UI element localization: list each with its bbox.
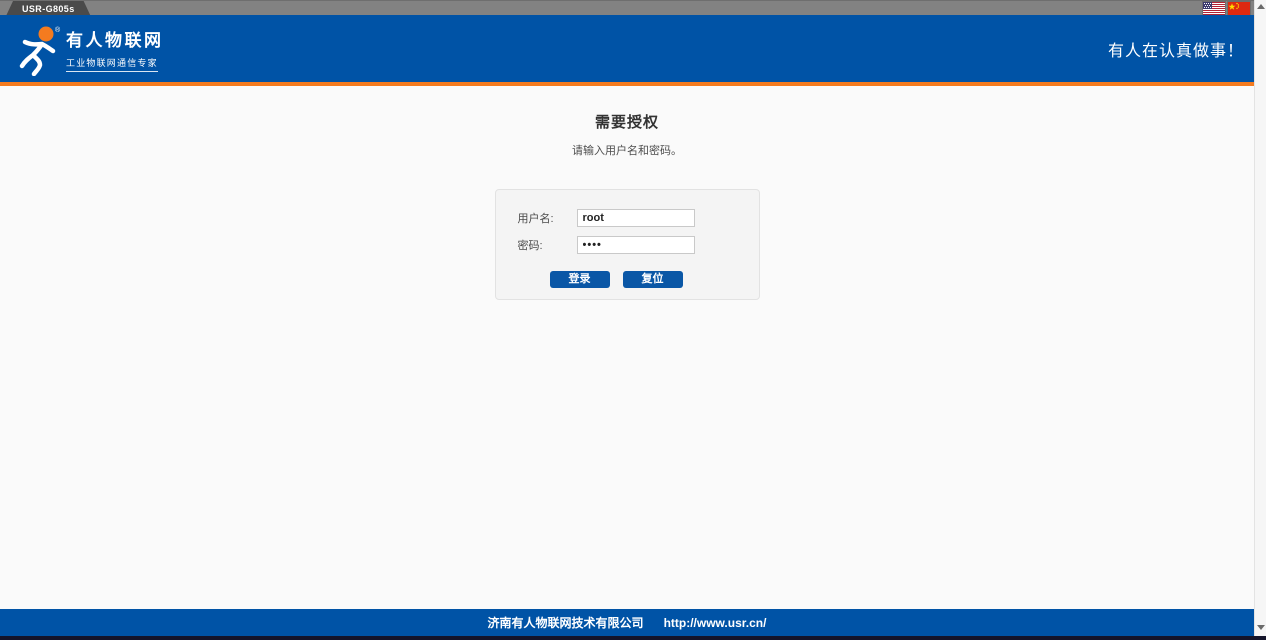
page-subtitle: 请输入用户名和密码。	[572, 145, 682, 157]
page-title: 需要授权	[594, 114, 659, 131]
login-card: 用户名: 密码: 登录 复位	[494, 189, 760, 300]
usr-logo-icon: ®	[16, 24, 62, 76]
language-flags	[1203, 2, 1250, 15]
reset-button[interactable]: 复位	[622, 271, 683, 288]
username-label: 用户名:	[517, 213, 554, 225]
site-header: ® 有人物联网 工业物联网通信专家 有人在认真做事！	[0, 15, 1254, 82]
footer-company: 济南有人物联网技术有限公司	[487, 616, 644, 630]
screen: USR-G805s ® 有人物联网 工业物联网通信专家 有人在认真做事！ 需要授…	[0, 0, 1266, 640]
form-buttons: 登录 复位	[549, 271, 759, 288]
tab-title: USR-G805s	[22, 3, 75, 14]
username-input[interactable]	[576, 209, 695, 227]
window-bottom-edge	[0, 636, 1266, 640]
scrollbar-up-arrow[interactable]	[1257, 4, 1265, 9]
brand-text: 有人物联网 工业物联网通信专家	[66, 26, 164, 72]
password-input[interactable]	[576, 236, 695, 254]
footer-url[interactable]: http://www.usr.cn/	[664, 616, 767, 630]
header-slogan: 有人在认真做事！	[1107, 42, 1244, 60]
password-label: 密码:	[517, 240, 543, 252]
us-flag-icon[interactable]	[1203, 2, 1225, 15]
browser-tab[interactable]: USR-G805s	[6, 1, 91, 16]
main-content: 需要授权 请输入用户名和密码。 用户名: 密码: 登录 复位	[0, 86, 1254, 609]
browser-topbar: USR-G805s	[0, 0, 1254, 15]
vertical-scrollbar[interactable]	[1254, 0, 1266, 636]
scrollbar-down-arrow[interactable]	[1257, 625, 1265, 630]
brand-tagline: 工业物联网通信专家	[66, 56, 158, 72]
site-footer: 济南有人物联网技术有限公司 http://www.usr.cn/	[0, 609, 1254, 636]
password-row: 密码:	[518, 236, 759, 254]
cn-flag-icon[interactable]	[1228, 2, 1250, 15]
brand[interactable]: ® 有人物联网 工业物联网通信专家	[16, 22, 164, 76]
brand-name: 有人物联网	[66, 30, 164, 50]
username-row: 用户名:	[518, 209, 759, 227]
login-button[interactable]: 登录	[549, 271, 610, 288]
svg-text:®: ®	[55, 26, 61, 34]
